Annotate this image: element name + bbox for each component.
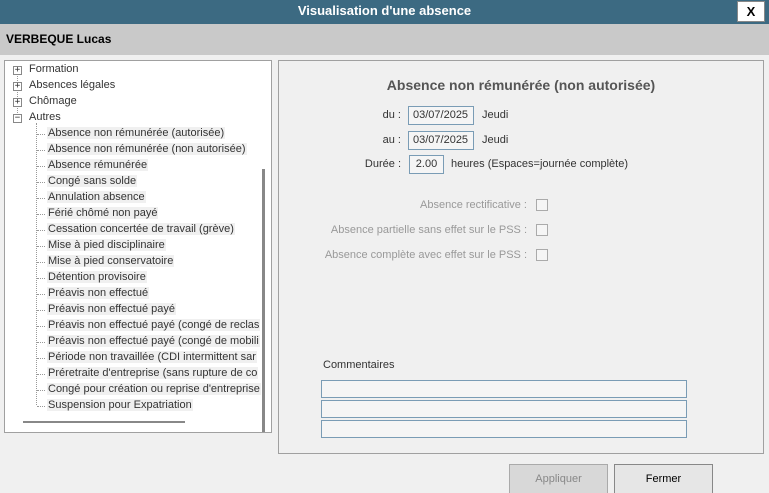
tree-group-label: Autres: [29, 111, 61, 123]
apply-button[interactable]: Appliquer: [509, 464, 608, 493]
tree-item-label: Absence non rémunérée (autorisée): [47, 127, 226, 139]
tree-item-label: Absence non rémunérée (non autorisée): [47, 143, 247, 155]
tree-item-label: Congé pour création ou reprise d'entrepr…: [47, 383, 261, 395]
tree-item-label: Cessation concertée de travail (grève): [47, 223, 235, 235]
tree-item-label: Congé sans solde: [47, 175, 138, 187]
comment-line-1[interactable]: [321, 380, 687, 398]
tree-item-label: Mise à pied conservatoire: [47, 255, 175, 267]
start-day-label: Jeudi: [482, 109, 509, 121]
tree-item-label: Préavis non effectué payé: [47, 303, 176, 315]
tree-item-label: Préretraite d'entreprise (sans rupture d…: [47, 367, 259, 379]
tree-item-label: Absence rémunérée: [47, 159, 149, 171]
complete-absence-label: Absence complète avec effet sur le PSS :: [324, 249, 527, 261]
tree-item-label: Préavis non effectué: [47, 287, 150, 299]
tree-item-label: Période non travaillée (CDI intermittent…: [47, 351, 257, 363]
absence-type-tree[interactable]: + Formation + Absences légales + Chômage…: [4, 60, 272, 433]
tree-item-label: Mise à pied disciplinaire: [47, 239, 166, 251]
end-day-label: Jeudi: [482, 134, 509, 146]
absence-type-heading: Absence non rémunérée (non autorisée): [386, 77, 656, 93]
end-date-label: au :: [382, 134, 401, 146]
close-button[interactable]: Fermer: [614, 464, 713, 493]
comment-line-2[interactable]: [321, 400, 687, 418]
user-bar: VERBEQUE Lucas: [0, 24, 769, 55]
tree-item-label: Férié chômé non payé: [47, 207, 159, 219]
tree-item-label: Suspension pour Expatriation: [47, 399, 193, 411]
window-title: Visualisation d'une absence: [297, 3, 472, 18]
rectificative-checkbox[interactable]: [536, 199, 548, 211]
partial-absence-label: Absence partielle sans effet sur le PSS …: [330, 224, 527, 236]
end-date-field[interactable]: 03/07/2025: [408, 131, 474, 150]
employee-name: VERBEQUE Lucas: [6, 32, 112, 46]
expand-icon[interactable]: +: [13, 98, 22, 107]
tree-vertical-scrollbar[interactable]: [262, 169, 265, 432]
collapse-icon[interactable]: −: [13, 114, 22, 123]
tree-item-label: Annulation absence: [47, 191, 146, 203]
duration-unit-label: heures (Espaces=journée complète): [451, 158, 629, 170]
tree-horizontal-scrollbar[interactable]: [23, 421, 185, 423]
start-date-label: du :: [382, 109, 401, 121]
complete-absence-checkbox[interactable]: [536, 249, 548, 261]
duration-field[interactable]: 2.00: [409, 155, 444, 174]
tree-item-label: Détention provisoire: [47, 271, 147, 283]
tree-group-label: Chômage: [29, 95, 77, 107]
comments-label: Commentaires: [323, 359, 395, 371]
title-bar: Visualisation d'une absence X: [0, 0, 769, 24]
tree-item-label: Préavis non effectué payé (congé de recl…: [47, 319, 261, 331]
expand-icon[interactable]: +: [13, 82, 22, 91]
tree-item-label: Préavis non effectué payé (congé de mobi…: [47, 335, 260, 347]
start-date-field[interactable]: 03/07/2025: [408, 106, 474, 125]
partial-absence-checkbox[interactable]: [536, 224, 548, 236]
tree-group-label: Absences légales: [29, 79, 116, 91]
close-window-button[interactable]: X: [737, 1, 765, 22]
duration-label: Durée :: [364, 158, 401, 170]
expand-icon[interactable]: +: [13, 66, 22, 75]
comment-line-3[interactable]: [321, 420, 687, 438]
tree-group-label: Formation: [29, 63, 79, 75]
absence-detail-panel: Absence non rémunérée (non autorisée) du…: [278, 60, 764, 454]
rectificative-label: Absence rectificative :: [420, 199, 527, 211]
